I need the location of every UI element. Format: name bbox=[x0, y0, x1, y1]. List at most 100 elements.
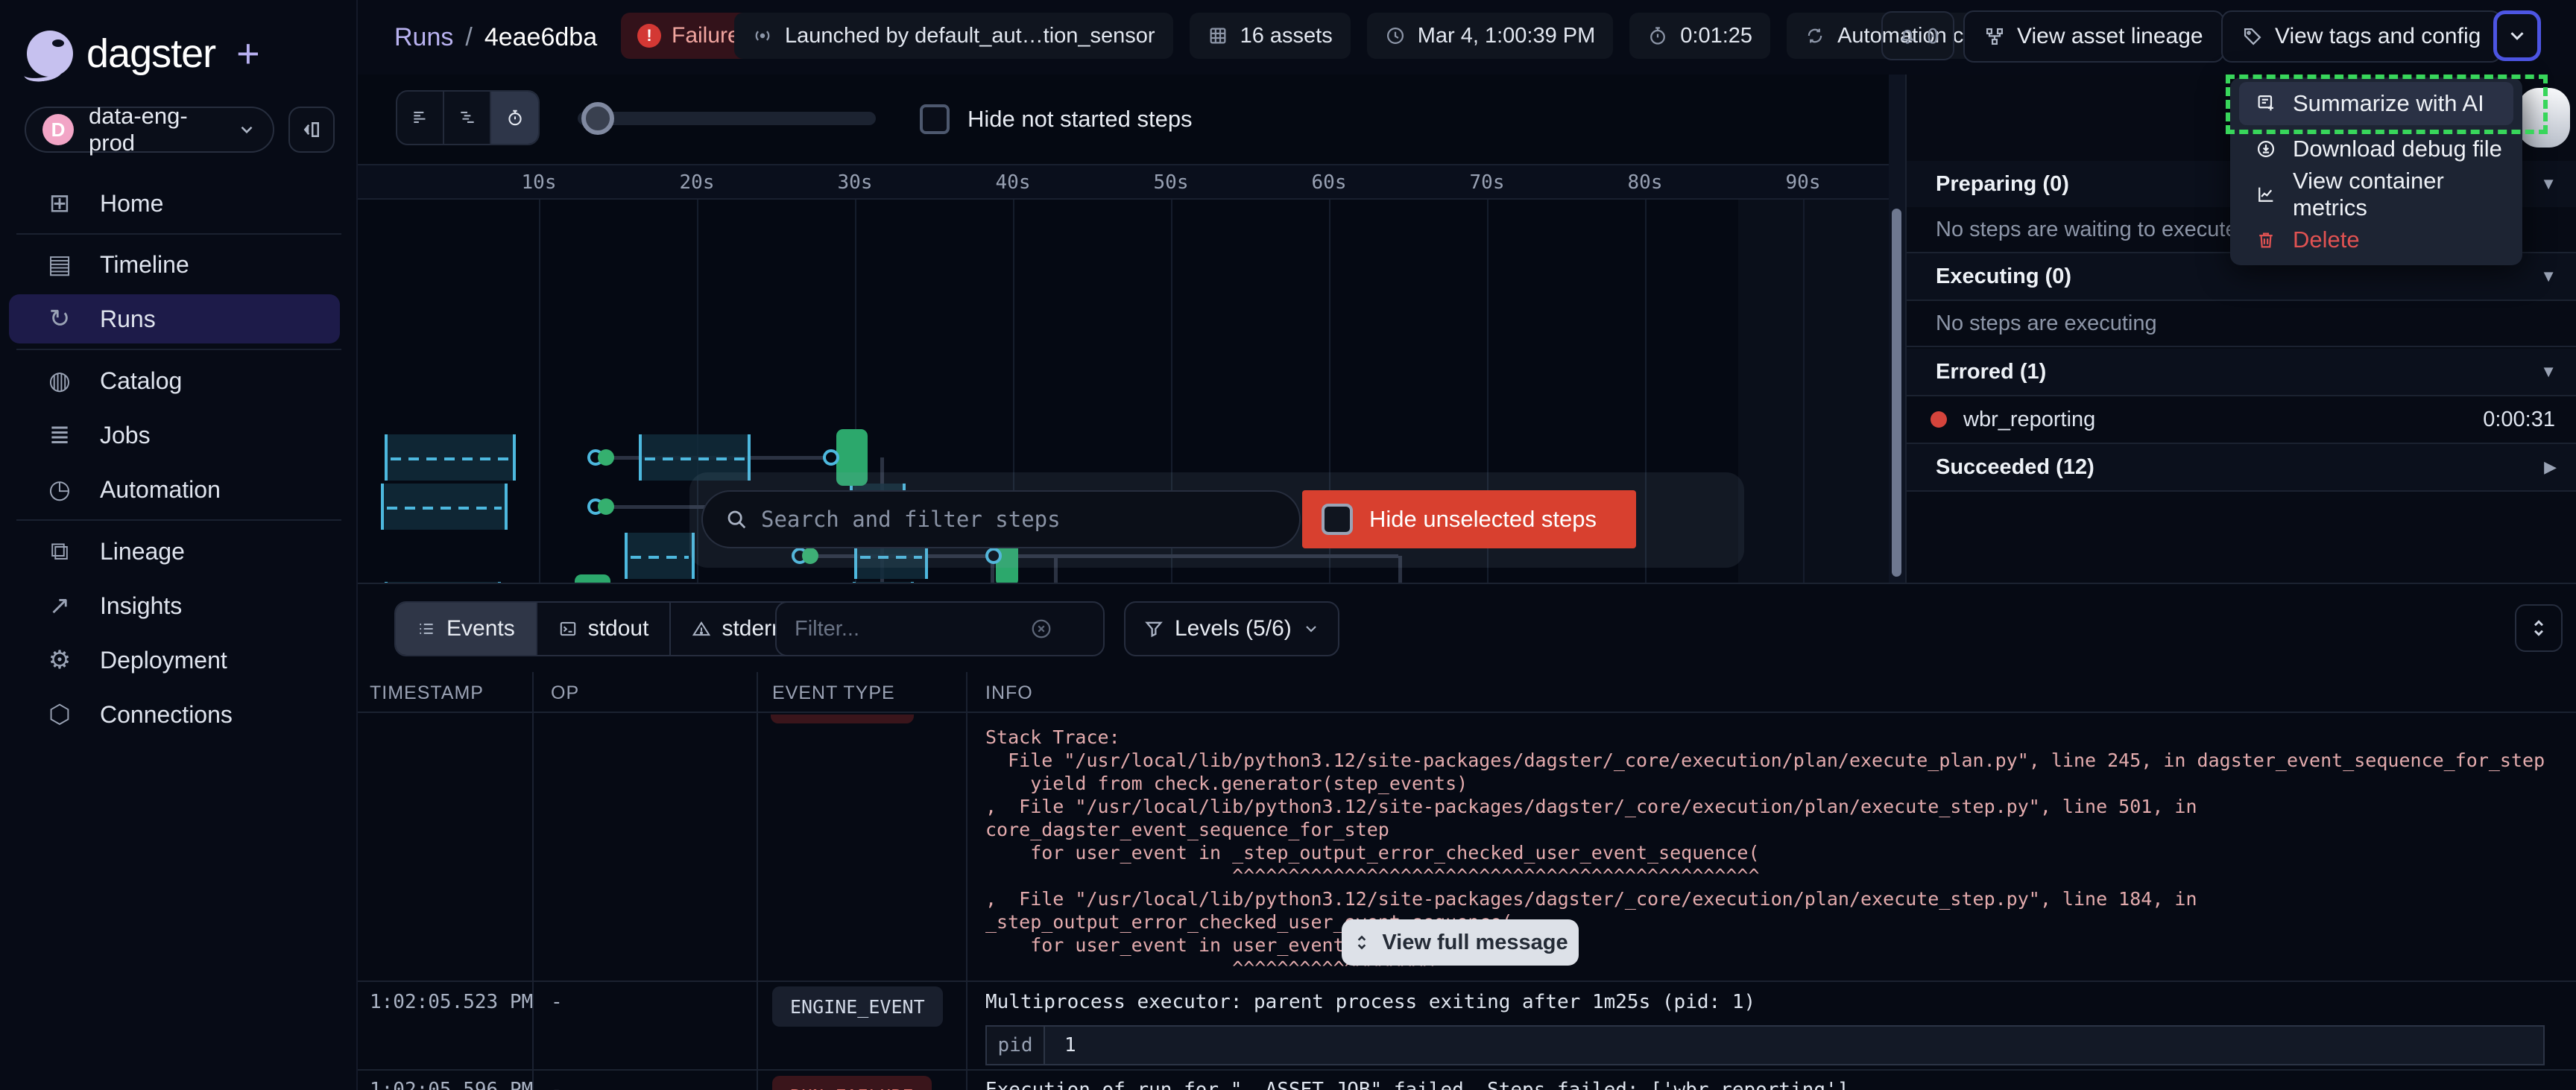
run-meta-pill[interactable]: 16 assets bbox=[1190, 13, 1351, 59]
caret-right-icon: ▶ bbox=[2544, 457, 2557, 477]
gantt-step-bar-notstarted[interactable] bbox=[381, 484, 508, 530]
view-mode-timed-view-icon[interactable] bbox=[491, 92, 538, 144]
lineage-icon bbox=[1984, 26, 2005, 47]
gantt-step-bar-notstarted[interactable] bbox=[625, 533, 695, 579]
step-search-box[interactable] bbox=[701, 490, 1301, 548]
catalog-icon: ◍ bbox=[45, 366, 75, 396]
caret-down-icon: ▼ bbox=[2540, 174, 2557, 194]
insights-icon: ↗ bbox=[45, 591, 75, 621]
caret-down-icon: ▼ bbox=[2540, 362, 2557, 381]
sidebar-item-timeline[interactable]: ▤ Timeline bbox=[9, 240, 340, 289]
hide-unselected-label: Hide unselected steps bbox=[1369, 506, 1597, 533]
row-divider bbox=[358, 1069, 2576, 1071]
step-failure-chip-partial bbox=[771, 714, 914, 723]
step-search-input[interactable] bbox=[761, 507, 1238, 532]
trash-icon bbox=[2255, 229, 2276, 250]
levels-label: Levels (5/6) bbox=[1175, 616, 1292, 641]
stopwatch-icon bbox=[1647, 25, 1668, 46]
metrics-icon bbox=[2255, 184, 2276, 205]
metadata-key: pid bbox=[987, 1027, 1045, 1064]
menu-item-delete[interactable]: Delete bbox=[2239, 218, 2513, 262]
sidebar-item-catalog[interactable]: ◍ Catalog bbox=[9, 356, 340, 405]
gantt-step-bar-notstarted[interactable] bbox=[385, 582, 501, 583]
event-op: - bbox=[551, 1079, 563, 1090]
gantt-zoom-slider-handle[interactable] bbox=[581, 102, 614, 135]
clear-filter-icon[interactable] bbox=[1030, 618, 1052, 640]
axis-tick: 50s bbox=[1154, 171, 1189, 194]
axis-tick: 10s bbox=[522, 171, 557, 194]
run-meta-pill[interactable]: Mar 4, 1:00:39 PM bbox=[1367, 13, 1614, 59]
expand-collapse-icon bbox=[2528, 617, 2550, 639]
sidebar-item-automation[interactable]: ◷ Automation bbox=[9, 465, 340, 514]
section-header-errored[interactable]: Errored (1) ▼ bbox=[1907, 349, 2576, 396]
gantt-chart: Hide unselected steps bbox=[358, 200, 1889, 583]
sidebar-item-home[interactable]: ⊞ Home bbox=[9, 179, 340, 228]
tab-stdout[interactable]: stdout bbox=[537, 603, 672, 655]
events-filter-box[interactable] bbox=[775, 601, 1105, 656]
sidebar-divider bbox=[16, 233, 341, 235]
menu-item-view-container-metrics[interactable]: View container metrics bbox=[2239, 173, 2513, 216]
events-table-header: TIMESTAMPOPEVENT TYPEINFO bbox=[358, 672, 2576, 713]
gantt-step-bar-succeeded[interactable] bbox=[575, 574, 610, 583]
view-mode-flat-view-icon[interactable] bbox=[397, 92, 444, 144]
tag-icon bbox=[2242, 26, 2263, 47]
step-row-wbr_reporting[interactable]: wbr_reporting 0:00:31 bbox=[1907, 396, 2576, 444]
events-filter-input[interactable] bbox=[795, 617, 1018, 641]
view-tags-config-button[interactable]: View tags and config bbox=[2221, 10, 2501, 63]
deployment-avatar: D bbox=[42, 114, 74, 145]
brand: dagster + bbox=[27, 27, 260, 80]
sidebar-item-insights[interactable]: ↗ Insights bbox=[9, 581, 340, 630]
brand-name: dagster bbox=[86, 31, 215, 77]
collapse-sidebar-button[interactable] bbox=[288, 107, 335, 153]
brand-plus: + bbox=[236, 31, 260, 77]
gantt-right-band bbox=[1738, 200, 1889, 583]
axis-tick: 70s bbox=[1470, 171, 1505, 194]
dagster-logo-icon bbox=[27, 31, 73, 77]
row-divider bbox=[358, 980, 2576, 982]
jobs-icon: ≣ bbox=[45, 420, 75, 450]
caret-down-icon: ▼ bbox=[2540, 267, 2557, 286]
breadcrumb-runs-link[interactable]: Runs bbox=[394, 23, 453, 52]
levels-dropdown[interactable]: Levels (5/6) bbox=[1124, 601, 1339, 656]
view-asset-lineage-label: View asset lineage bbox=[2017, 24, 2203, 49]
collapse-icon bbox=[300, 118, 323, 141]
sensor-icon bbox=[752, 25, 773, 46]
column-divider bbox=[757, 672, 758, 1090]
sidebar-item-runs[interactable]: ↻ Runs bbox=[9, 294, 340, 343]
notifications-button[interactable]: 0 bbox=[1881, 11, 1954, 60]
view-asset-lineage-button[interactable]: View asset lineage bbox=[1963, 10, 2224, 63]
gantt-scrollbar-thumb[interactable] bbox=[1892, 209, 1901, 577]
stack-trace-text: Stack Trace: File "/usr/local/lib/python… bbox=[985, 726, 2545, 980]
section-header-succeeded[interactable]: Succeeded (12) ▶ bbox=[1907, 444, 2576, 492]
run-meta-pill[interactable]: Launched by default_aut…tion_sensor bbox=[734, 13, 1173, 59]
view-mode-waterfall-view-icon[interactable] bbox=[444, 92, 491, 144]
column-header-info: INFO bbox=[985, 682, 1033, 704]
column-divider bbox=[966, 672, 967, 1090]
sidebar: dagster + D data-eng-prod ⊞ Home ▤ Timeli… bbox=[0, 0, 358, 1090]
metadata-value: 1 bbox=[1045, 1034, 1076, 1056]
annotation-highlight-box bbox=[2226, 75, 2548, 134]
sidebar-item-jobs[interactable]: ≣ Jobs bbox=[9, 411, 340, 460]
axis-tick: 60s bbox=[1312, 171, 1347, 194]
connections-icon: ⬡ bbox=[45, 700, 75, 729]
gantt-step-bar-notstarted[interactable] bbox=[385, 434, 516, 481]
tab-events[interactable]: Events bbox=[396, 603, 537, 655]
gantt-zoom-slider[interactable] bbox=[578, 112, 876, 125]
run-meta-pills: Launched by default_aut…tion_sensor 16 a… bbox=[734, 13, 2057, 59]
sidebar-item-connections[interactable]: ⬡ Connections bbox=[9, 690, 340, 739]
events-list-icon bbox=[417, 619, 436, 639]
event-type-chip: ENGINE_EVENT bbox=[772, 986, 943, 1027]
deployment-switcher[interactable]: D data-eng-prod bbox=[25, 107, 274, 153]
sidebar-item-lineage[interactable]: ⧉ Lineage bbox=[9, 527, 340, 576]
status-badge-label: Failure bbox=[672, 23, 740, 48]
dagster-run-page: dagster + D data-eng-prod ⊞ Home ▤ Timeli… bbox=[0, 0, 2576, 1090]
hide-not-started-checkbox[interactable] bbox=[920, 104, 950, 134]
run-meta-pill[interactable]: 0:01:25 bbox=[1629, 13, 1770, 59]
home-icon: ⊞ bbox=[45, 188, 75, 218]
gantt-step-bar-notstarted[interactable] bbox=[853, 582, 914, 583]
hide-unselected-checkbox[interactable] bbox=[1322, 504, 1353, 535]
view-full-message-button[interactable]: View full message bbox=[1342, 919, 1579, 966]
sidebar-item-deployment[interactable]: ⚙ Deployment bbox=[9, 636, 340, 685]
more-actions-button[interactable] bbox=[2493, 10, 2541, 61]
expand-events-panel-button[interactable] bbox=[2515, 604, 2563, 652]
